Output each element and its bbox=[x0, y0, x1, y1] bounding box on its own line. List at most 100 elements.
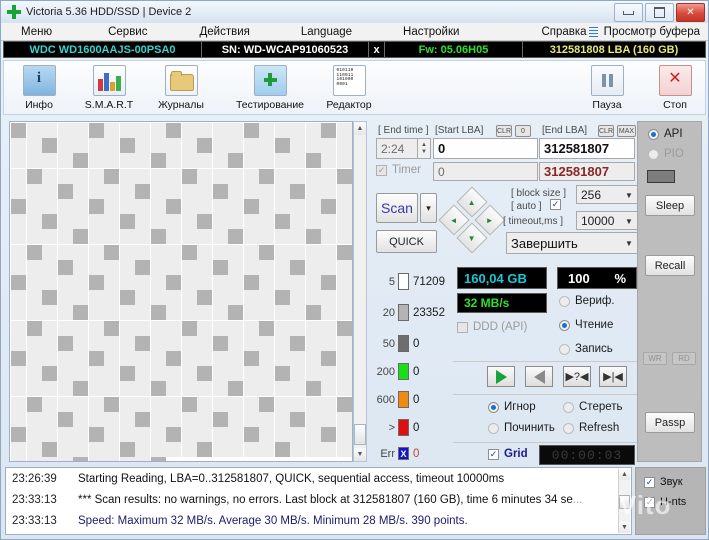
pio-radio-row[interactable]: PIO bbox=[648, 148, 684, 160]
log-scrollbar[interactable]: ▲ ▼ bbox=[618, 469, 630, 533]
sleep-button[interactable]: Sleep bbox=[645, 195, 695, 216]
seek-start-button[interactable]: ▶|◀ bbox=[599, 366, 627, 387]
action-select[interactable]: Завершить bbox=[506, 232, 638, 254]
menu-item-menu[interactable]: Меню bbox=[19, 26, 54, 38]
mode-read-row[interactable]: Чтение bbox=[559, 319, 613, 331]
action-chevron-down-icon[interactable]: ▼ bbox=[625, 239, 633, 248]
hints-checkbox[interactable]: ✓ bbox=[644, 496, 655, 508]
toolbar-button-pause[interactable]: Пауза bbox=[578, 65, 636, 113]
end-lba-input[interactable]: 312581807 bbox=[539, 138, 635, 159]
maximize-button[interactable] bbox=[645, 3, 674, 22]
mode-write-row[interactable]: Запись bbox=[559, 343, 613, 355]
toolbar-button-info[interactable]: Инфо bbox=[10, 65, 68, 113]
map-cell bbox=[57, 305, 73, 321]
log-panel[interactable]: 23:26:39 Starting Reading, LBA=0..3125818… bbox=[5, 467, 632, 535]
legend-swatch bbox=[398, 304, 409, 321]
map-cell bbox=[166, 411, 181, 427]
error-action-refresh-row[interactable]: Refresh bbox=[563, 422, 619, 434]
error-action-ignore-radio[interactable] bbox=[488, 401, 499, 413]
error-action-erase-row[interactable]: Стереть bbox=[563, 401, 623, 413]
close-button[interactable]: ✕ bbox=[676, 3, 705, 22]
toolbar-button-testing[interactable]: Тестирование bbox=[229, 65, 311, 113]
map-cell bbox=[73, 214, 88, 230]
grid-checkbox-row[interactable]: ✓ Grid bbox=[488, 448, 528, 460]
start-lba-zero-button[interactable]: 0 bbox=[515, 125, 531, 137]
main-toolbar: Инфо S.M.A.R.T Журналы Тестирование 0101… bbox=[3, 60, 706, 115]
timer-checkbox-row[interactable]: ✓ Timer bbox=[376, 164, 421, 176]
start-lba-input[interactable]: 0 bbox=[433, 138, 538, 159]
quick-button[interactable]: QUICK bbox=[376, 230, 437, 253]
scan-dropdown-button[interactable]: ▾ bbox=[420, 193, 437, 223]
ddd-api-checkbox[interactable] bbox=[457, 321, 468, 333]
play-forward-button[interactable] bbox=[487, 366, 515, 387]
menu-item-language[interactable]: Language bbox=[299, 26, 354, 38]
scrollbar-thumb[interactable] bbox=[354, 424, 366, 445]
toolbar-button-logs[interactable]: Журналы bbox=[152, 65, 210, 113]
ddd-api-checkbox-row[interactable]: DDD (API) bbox=[457, 321, 527, 333]
sound-checkbox-row[interactable]: ✓ Звук bbox=[644, 476, 705, 488]
map-cell bbox=[243, 138, 259, 154]
map-cell bbox=[305, 229, 321, 245]
end-lba-max-button[interactable]: MAX bbox=[617, 125, 636, 137]
disk-close-x[interactable]: x bbox=[369, 42, 385, 57]
map-cell bbox=[243, 351, 259, 366]
pio-radio[interactable] bbox=[648, 148, 659, 160]
passport-button[interactable]: Passp bbox=[645, 412, 695, 433]
log-scroll-down-icon[interactable]: ▼ bbox=[619, 522, 630, 533]
mode-verify-radio[interactable] bbox=[559, 295, 570, 307]
mode-verify-row[interactable]: Вериф. bbox=[559, 295, 615, 307]
error-action-ignore-row[interactable]: Игнор bbox=[488, 401, 536, 413]
menu-item-actions[interactable]: Действия bbox=[197, 26, 251, 38]
menu-item-service[interactable]: Сервис bbox=[106, 26, 149, 38]
mode-write-radio[interactable] bbox=[559, 343, 570, 355]
rd-button[interactable]: RD bbox=[672, 352, 696, 365]
menu-item-settings[interactable]: Настройки bbox=[401, 26, 461, 38]
buffer-view-label: Просмотр буфера bbox=[603, 25, 700, 38]
map-cell bbox=[228, 168, 243, 184]
end-time-spinner[interactable]: ▲ ▼ bbox=[418, 138, 431, 159]
stop-x-icon: ✕ bbox=[658, 65, 692, 96]
buffer-view-button[interactable]: Просмотр буфера bbox=[588, 25, 702, 38]
toolbar-button-stop[interactable]: ✕ Стоп bbox=[646, 65, 704, 113]
api-radio[interactable] bbox=[648, 128, 659, 140]
seek-random-button[interactable]: ▶?◀ bbox=[563, 366, 591, 387]
log-scroll-up-icon[interactable]: ▲ bbox=[619, 469, 630, 480]
map-cell bbox=[212, 199, 228, 214]
map-cell bbox=[57, 138, 73, 154]
toolbar-label-logs: Журналы bbox=[158, 99, 204, 111]
error-action-repair-row[interactable]: Починить bbox=[488, 422, 555, 434]
play-backward-button[interactable] bbox=[525, 366, 553, 387]
map-cell bbox=[243, 214, 259, 230]
block-size-chevron-down-icon[interactable]: ▼ bbox=[625, 191, 633, 200]
timer-checkbox[interactable]: ✓ bbox=[376, 164, 387, 176]
wr-button[interactable]: WR bbox=[643, 352, 667, 365]
error-action-erase-radio[interactable] bbox=[563, 401, 574, 413]
api-radio-row[interactable]: API bbox=[648, 128, 683, 140]
hints-checkbox-row[interactable]: ✓ H-nts bbox=[644, 496, 705, 508]
menu-item-help[interactable]: Справка bbox=[539, 26, 588, 38]
sound-checkbox[interactable]: ✓ bbox=[644, 476, 655, 488]
scroll-down-icon[interactable]: ▼ bbox=[354, 448, 366, 461]
surface-map[interactable] bbox=[9, 121, 353, 462]
map-cell bbox=[259, 229, 274, 245]
recall-button[interactable]: Recall bbox=[645, 255, 695, 276]
toolbar-button-editor[interactable]: 010110 110011 101000 0001 Редактор bbox=[317, 65, 381, 113]
mode-read-radio[interactable] bbox=[559, 319, 570, 331]
end-lba-clr-button[interactable]: CLR bbox=[598, 125, 614, 137]
auto-checkbox[interactable]: ✓ bbox=[550, 199, 561, 210]
error-action-refresh-radio[interactable] bbox=[563, 422, 574, 434]
navigation-diamond[interactable]: ▲ ◄ ► ▼ bbox=[438, 186, 506, 254]
map-cell bbox=[73, 351, 88, 366]
start-lba-clr-button[interactable]: CLR bbox=[496, 125, 512, 137]
scroll-up-icon[interactable]: ▲ bbox=[354, 122, 366, 135]
toolbar-button-smart[interactable]: S.M.A.R.T bbox=[80, 65, 138, 113]
grid-checkbox[interactable]: ✓ bbox=[488, 448, 499, 460]
timeout-chevron-down-icon[interactable]: ▼ bbox=[625, 217, 633, 226]
minimize-button[interactable] bbox=[614, 3, 643, 22]
map-cell bbox=[274, 214, 290, 230]
map-cell bbox=[166, 275, 181, 290]
map-vertical-scrollbar[interactable]: ▲ ▼ bbox=[353, 121, 367, 462]
scan-button[interactable]: Scan bbox=[376, 193, 418, 223]
error-action-repair-radio[interactable] bbox=[488, 422, 499, 434]
log-scrollbar-thumb[interactable] bbox=[619, 495, 630, 509]
